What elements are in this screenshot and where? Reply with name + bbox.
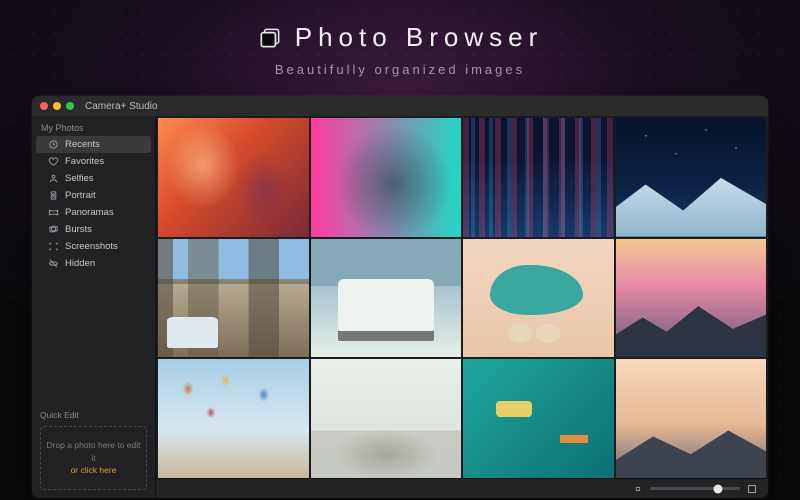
photo-thumbnail[interactable] [158,239,309,358]
photo-thumbnail[interactable] [311,239,462,358]
portrait-icon [48,190,59,201]
window-close-button[interactable] [40,102,48,110]
window-minimize-button[interactable] [53,102,61,110]
clock-icon [48,139,59,150]
burst-icon [48,224,59,235]
dropzone-text: Drop a photo here to edit it [45,439,142,465]
sidebar-item-hidden[interactable]: Hidden [36,255,151,272]
photo-thumbnail[interactable] [463,118,614,237]
hero-subtitle: Beautifully organized images [0,62,800,77]
bottom-toolbar [156,478,768,498]
photo-thumbnail[interactable] [158,359,309,478]
photo-thumbnail[interactable] [311,118,462,237]
panorama-icon [48,207,59,218]
sidebar-item-label: Bursts [65,224,92,235]
window-title: Camera+ Studio [85,101,158,112]
stack-icon [257,25,283,51]
quick-edit-panel: Quick Edit Drop a photo here to edit it … [32,404,155,498]
window-zoom-button[interactable] [66,102,74,110]
sidebar-item-label: Portrait [65,190,96,201]
photo-thumbnail[interactable] [616,239,767,358]
photo-thumbnail[interactable] [616,118,767,237]
sidebar-item-label: Recents [65,139,100,150]
sidebar-item-label: Panoramas [65,207,114,218]
photo-thumbnail[interactable] [463,239,614,358]
hidden-icon [48,258,59,269]
sidebar-item-selfies[interactable]: Selfies [36,170,151,187]
photo-grid [156,116,768,478]
sidebar-item-portrait[interactable]: Portrait [36,187,151,204]
hero-title-row: Photo Browser [257,22,544,53]
thumb-size-smaller-icon[interactable] [632,483,644,495]
person-icon [48,173,59,184]
screenshot-icon [48,241,59,252]
quick-edit-dropzone[interactable]: Drop a photo here to edit it or click he… [40,426,147,490]
sidebar-item-bursts[interactable]: Bursts [36,221,151,238]
heart-icon [48,156,59,167]
sidebar-item-screenshots[interactable]: Screenshots [36,238,151,255]
sidebar-item-favorites[interactable]: Favorites [36,153,151,170]
sidebar-item-label: Selfies [65,173,94,184]
traffic-lights [40,102,74,110]
photo-thumbnail[interactable] [616,359,767,478]
dropzone-link[interactable]: or click here [45,464,142,477]
sidebar-item-panoramas[interactable]: Panoramas [36,204,151,221]
titlebar[interactable]: Camera+ Studio [32,96,768,116]
sidebar-section-title: My Photos [32,116,155,136]
app-window: Camera+ Studio My Photos Recents Favorit… [32,96,768,498]
thumb-size-larger-icon[interactable] [746,483,758,495]
sidebar-item-label: Screenshots [65,241,118,252]
thumb-size-slider[interactable] [650,487,740,490]
photo-thumbnail[interactable] [463,359,614,478]
sidebar-item-label: Favorites [65,156,104,167]
sidebar-item-recents[interactable]: Recents [36,136,151,153]
content-area [156,116,768,498]
quick-edit-title: Quick Edit [40,410,147,420]
photo-thumbnail[interactable] [158,118,309,237]
slider-knob[interactable] [713,484,722,493]
hero: Photo Browser Beautifully organized imag… [0,0,800,77]
hero-title: Photo Browser [295,22,544,53]
photo-thumbnail[interactable] [311,359,462,478]
sidebar-item-label: Hidden [65,258,95,269]
sidebar: My Photos Recents Favorites Selfies Port… [32,116,156,498]
